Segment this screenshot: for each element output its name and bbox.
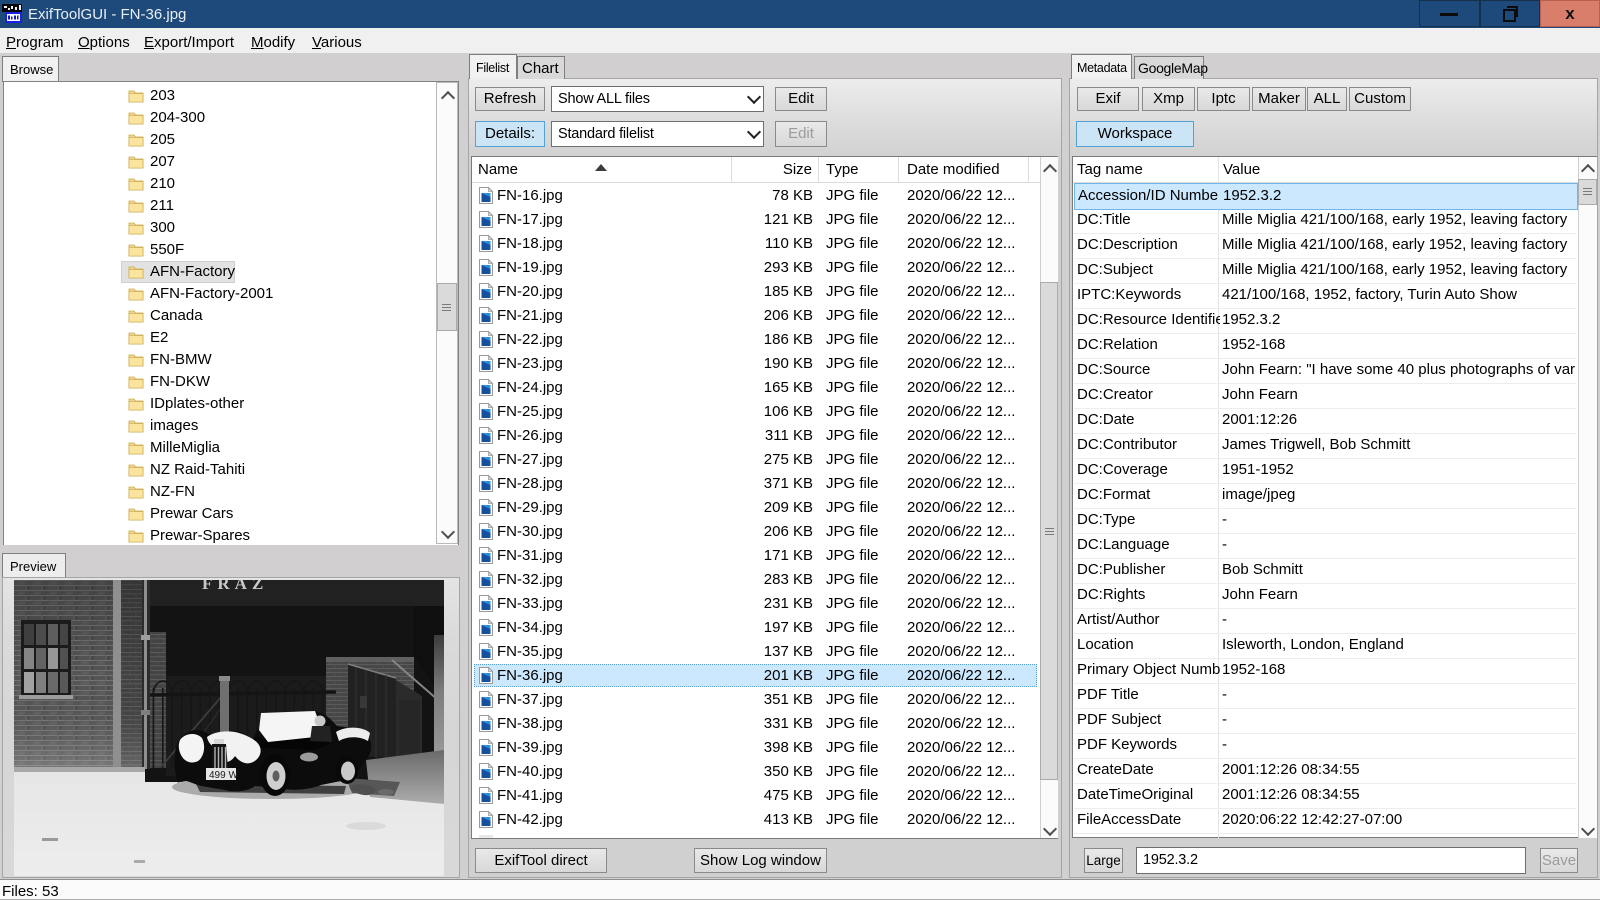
svg-text:499 W: 499 W xyxy=(209,770,238,781)
svg-text:FRAZ: FRAZ xyxy=(202,580,268,593)
